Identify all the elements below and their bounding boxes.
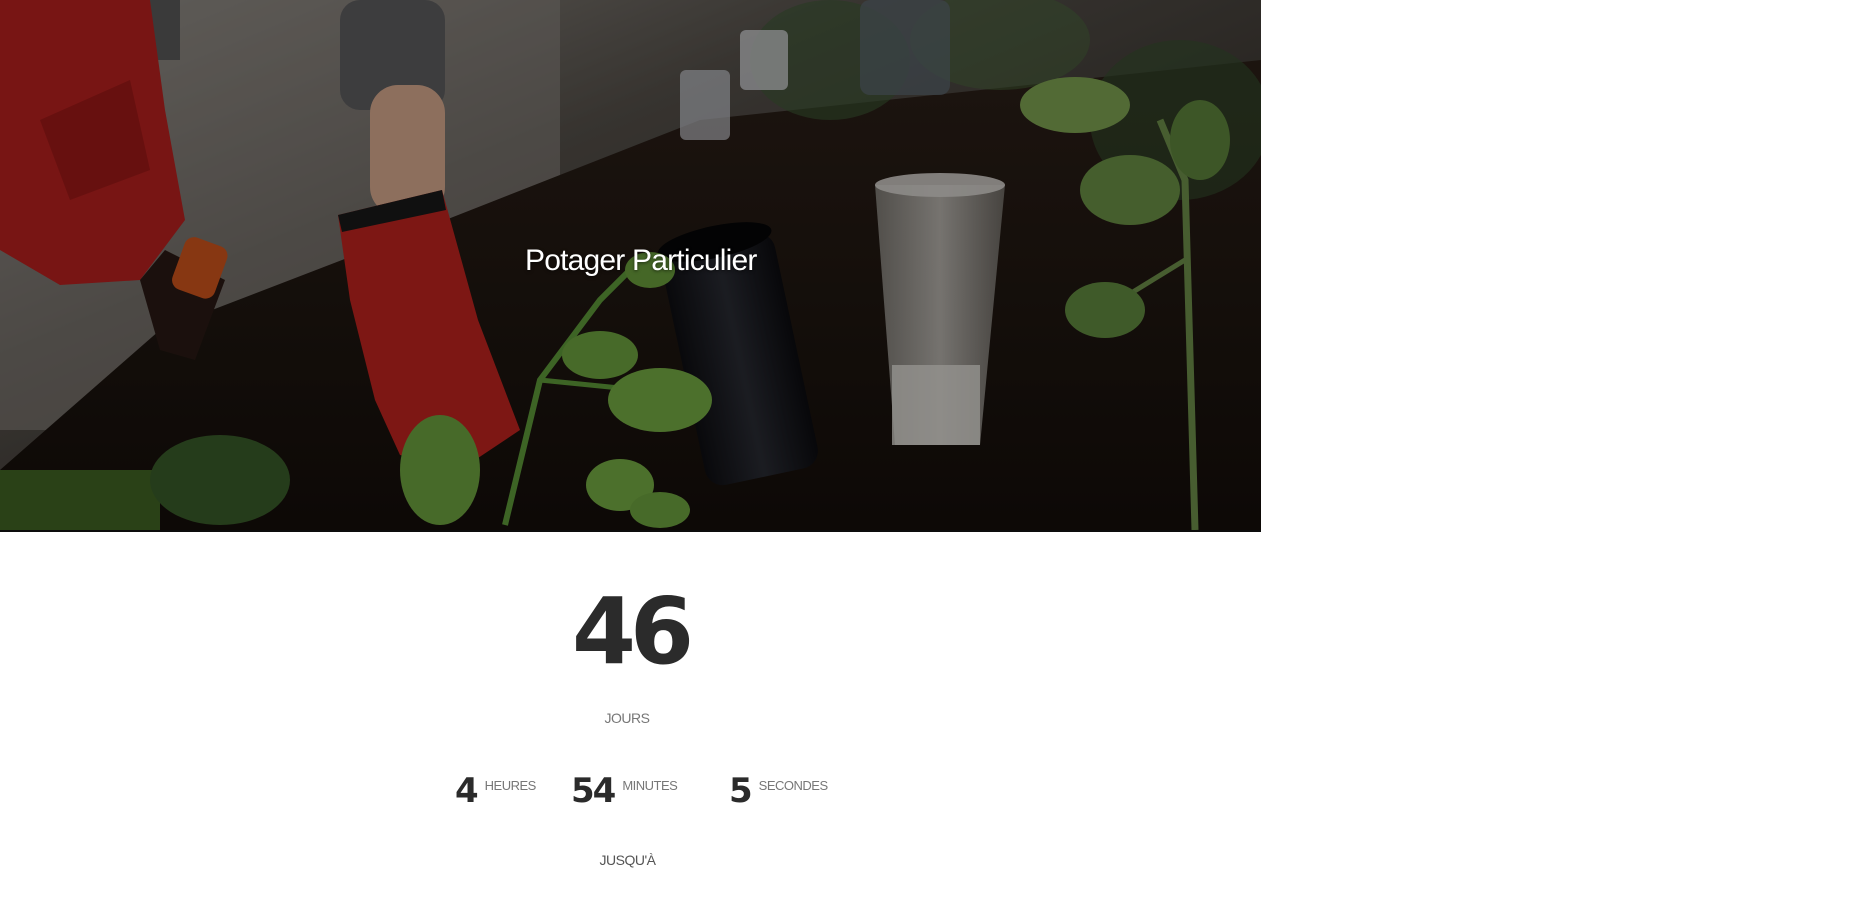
countdown-days-value: 46	[572, 578, 694, 685]
countdown-minutes-value: 54	[571, 771, 616, 811]
countdown-until-label: JUSQU'À	[599, 852, 656, 868]
countdown-hours-value: 4	[455, 771, 479, 811]
hero-title: Potager Particulier	[525, 244, 757, 277]
countdown-seconds-label: SECONDES	[758, 778, 828, 793]
countdown-minutes-label: MINUTES	[622, 778, 678, 793]
countdown-seconds-value: 5	[729, 771, 753, 811]
hero-banner: Potager Particulier	[0, 0, 1261, 532]
countdown-minutes: 54 MINUTES	[571, 771, 678, 811]
countdown-hours: 4 HEURES	[455, 774, 536, 808]
countdown-hours-label: HEURES	[484, 778, 537, 793]
countdown-seconds: 5 SECONDES	[729, 774, 828, 808]
countdown-days-label: JOURS	[604, 710, 650, 726]
